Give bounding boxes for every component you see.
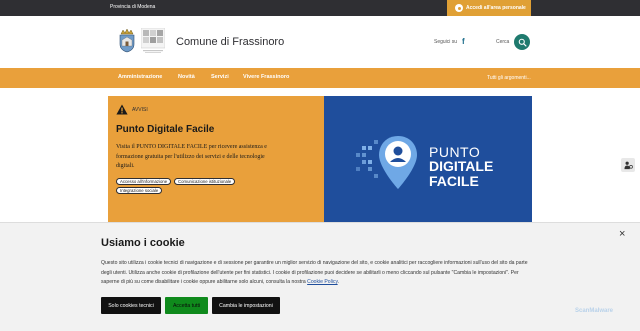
location-pin-graphic xyxy=(356,136,417,189)
hero-image[interactable]: PUNTO DIGITALE FACILE xyxy=(324,96,532,222)
watermark: ScanMalware xyxy=(575,308,614,314)
follow-label: Seguici su xyxy=(434,39,458,45)
accessibility-button[interactable] xyxy=(621,158,635,172)
chip-integrazione-sociale[interactable]: Integrazione sociale xyxy=(116,187,163,194)
chip-comunicazione-istituzionale[interactable]: Comunicazione istituzionale xyxy=(174,178,236,185)
hero-description: Visita il PUNTO DIGITALE FACILE per rice… xyxy=(116,144,267,169)
facebook-icon[interactable]: f xyxy=(462,37,465,46)
site-header: Comune di Frassinoro Seguici su f Cerca xyxy=(0,16,640,68)
hero-title[interactable]: Punto Digitale Facile xyxy=(116,124,214,135)
accessibility-icon xyxy=(623,161,633,169)
nav-all-topics[interactable]: Tutti gli argomenti... xyxy=(487,75,531,81)
hero-category-label: AVVISI xyxy=(132,106,148,113)
partner-logo xyxy=(141,28,165,53)
nav-item-vivere-frassinoro[interactable]: Vivere Frassinoro xyxy=(243,74,289,80)
municipality-crest-logo[interactable] xyxy=(117,28,137,54)
accept-all-button[interactable]: Accetta tutti xyxy=(165,297,208,314)
user-circle-icon xyxy=(455,4,463,12)
nav-item-amministrazione[interactable]: Amministrazione xyxy=(118,74,162,80)
search-button[interactable] xyxy=(514,34,530,50)
login-button[interactable]: Accedi all'area personale xyxy=(447,0,531,16)
province-link[interactable]: Provincia di Modena xyxy=(110,4,155,10)
chip-accesso-informazione[interactable]: Accesso all'informazione xyxy=(116,178,172,185)
change-settings-button[interactable]: Cambia le impostazioni xyxy=(212,297,280,314)
search-icon xyxy=(518,38,527,47)
hero-image-text-line-2: DIGITALE xyxy=(429,158,494,174)
nav-item-servizi[interactable]: Servizi xyxy=(211,74,229,80)
technical-cookies-button[interactable]: Solo cookies tecnici xyxy=(101,297,161,314)
page: Provincia di Modena Accedi all'area pers… xyxy=(0,0,640,331)
site-title[interactable]: Comune di Frassinoro xyxy=(176,36,284,48)
main-nav: Amministrazione Novità Servizi Vivere Fr… xyxy=(0,68,640,88)
login-label: Accedi all'area personale xyxy=(466,5,526,11)
cookie-text: Questo sito utilizza i cookie tecnici di… xyxy=(101,259,529,288)
warning-triangle-icon xyxy=(116,104,128,115)
hero-category: AVVISI xyxy=(116,104,148,115)
nav-item-novita[interactable]: Novità xyxy=(178,74,195,80)
cookie-banner: Usiamo i cookie × Questo sito utilizza i… xyxy=(0,222,640,331)
close-icon[interactable]: × xyxy=(619,229,625,240)
hero-image-text-line-3: FACILE xyxy=(429,173,479,189)
cookie-title: Usiamo i cookie xyxy=(101,237,185,249)
cookie-policy-link[interactable]: Cookie Policy xyxy=(307,279,337,285)
top-bar: Provincia di Modena Accedi all'area pers… xyxy=(0,0,640,16)
cookie-text-end: . xyxy=(337,279,340,285)
search-label[interactable]: Cerca xyxy=(496,39,509,45)
